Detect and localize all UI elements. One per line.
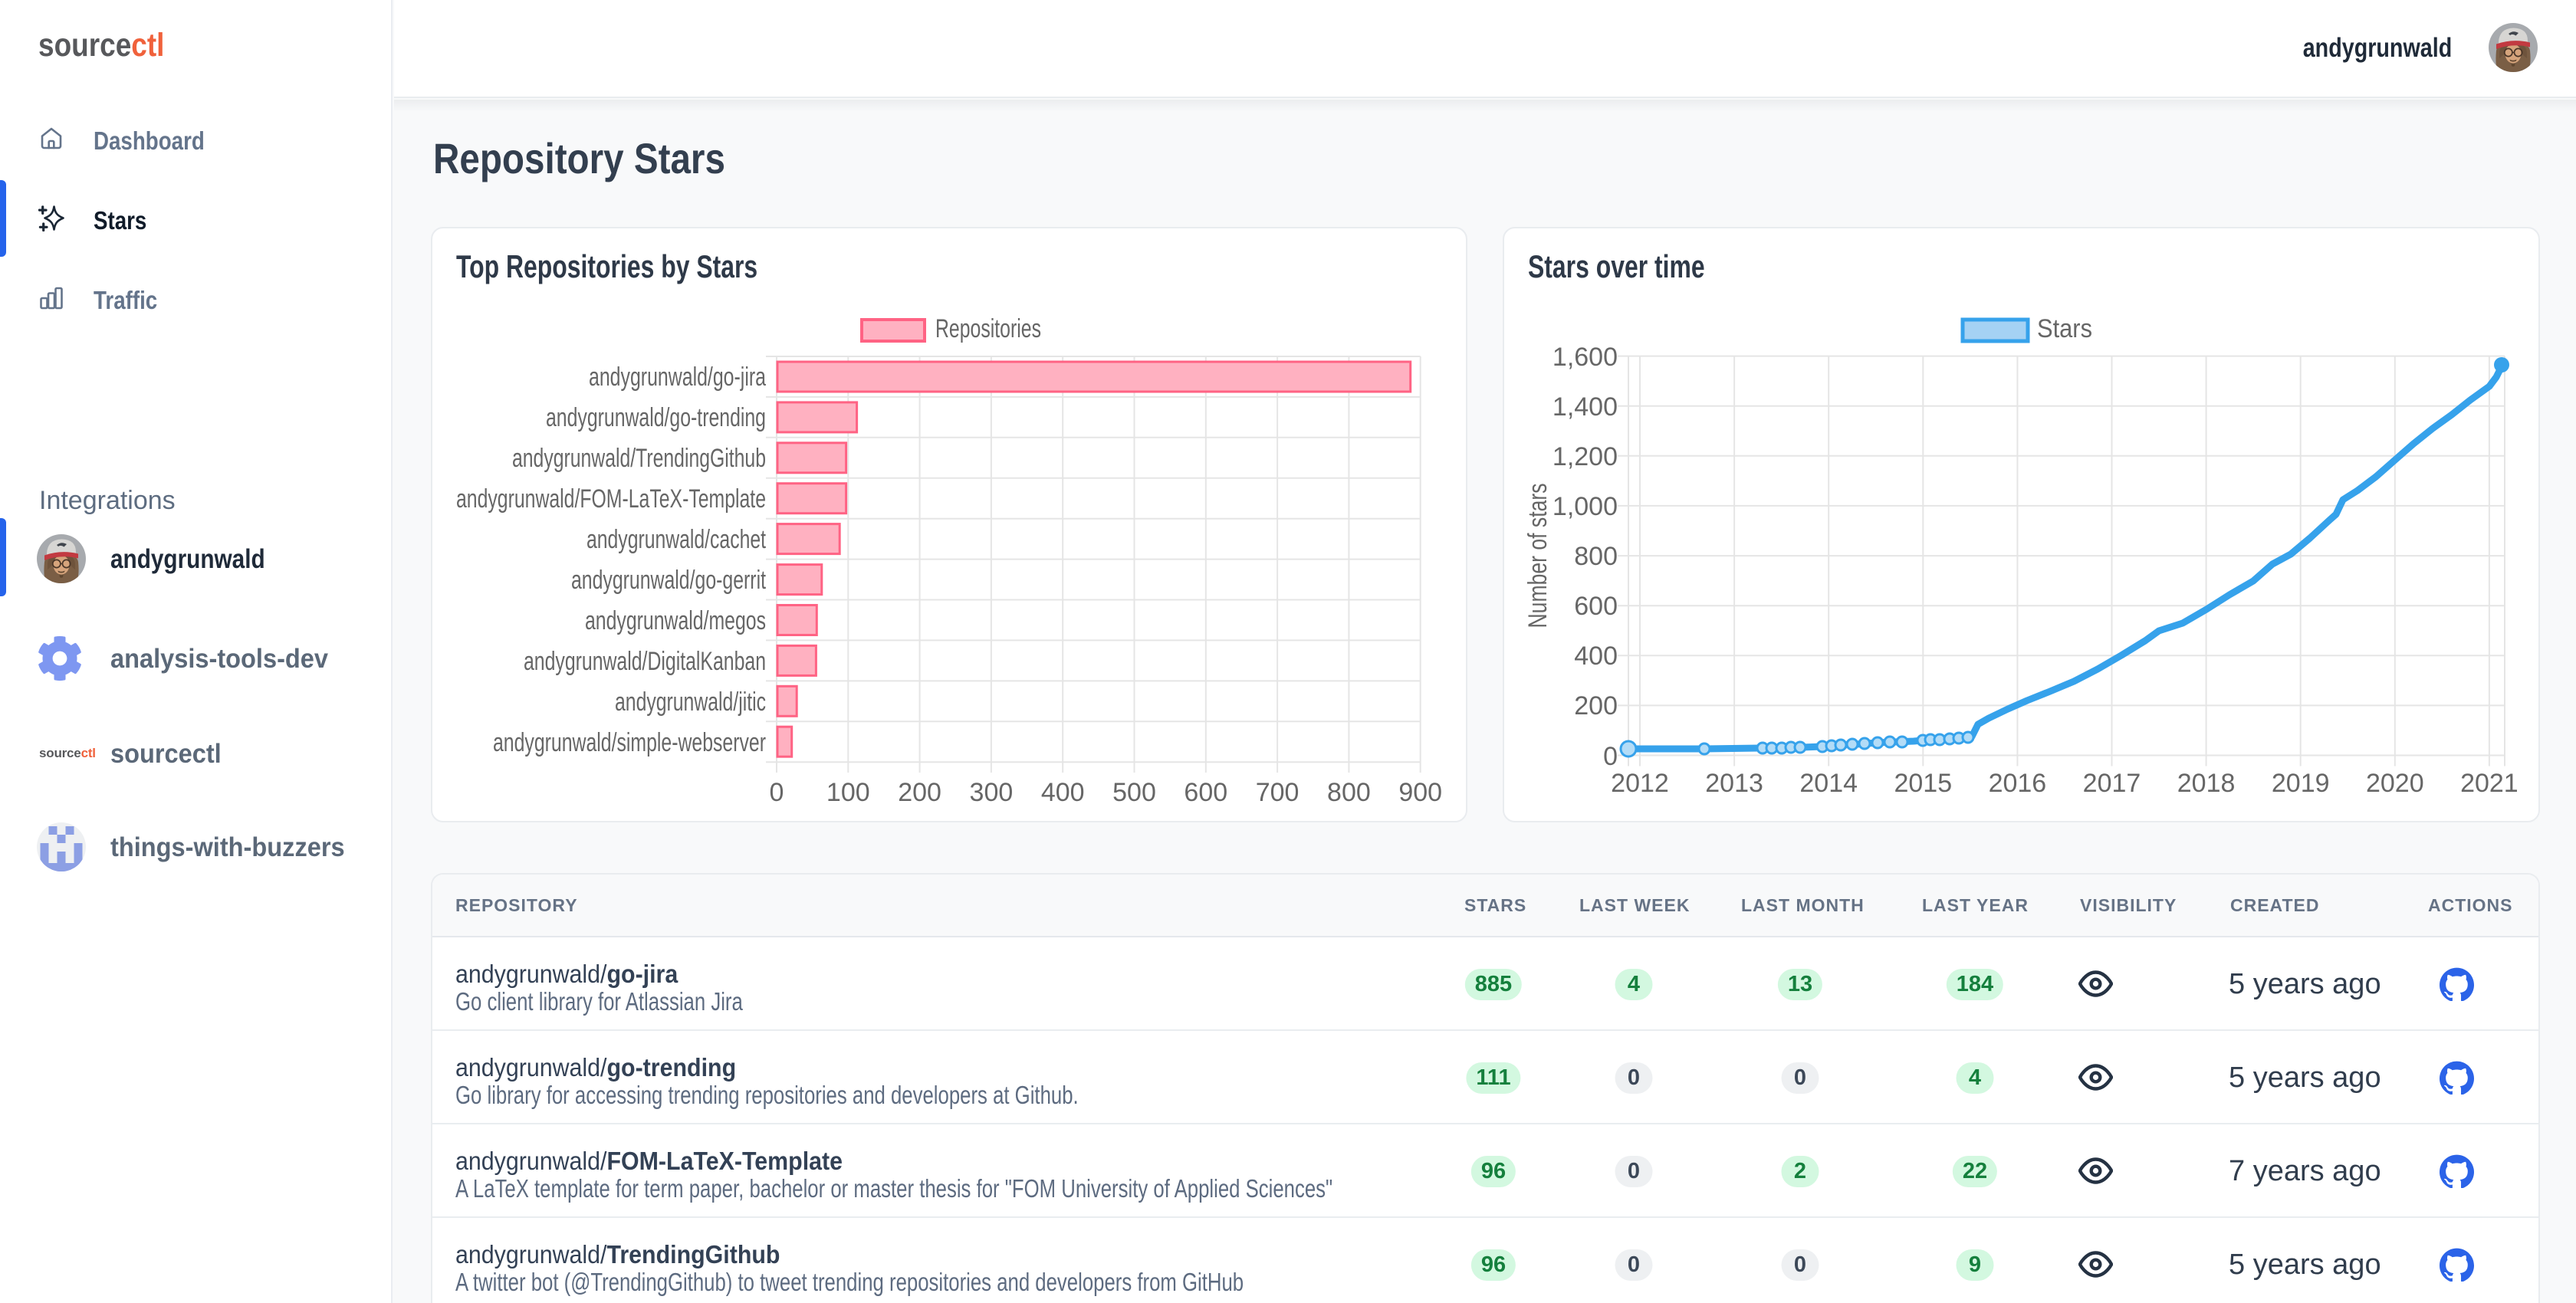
svg-text:2012: 2012 [1611,769,1669,798]
svg-text:2017: 2017 [2083,769,2141,798]
svg-text:andygrunwald/go-gerrit: andygrunwald/go-gerrit [571,566,766,595]
svg-text:600: 600 [1574,592,1618,621]
svg-text:andygrunwald/jitic: andygrunwald/jitic [615,688,766,717]
svg-text:Number of stars: Number of stars [1523,484,1552,629]
svg-text:400: 400 [1041,778,1085,807]
svg-text:700: 700 [1256,778,1300,807]
svg-text:400: 400 [1574,642,1618,671]
svg-text:andygrunwald/DigitalKanban: andygrunwald/DigitalKanban [524,647,766,676]
svg-text:0: 0 [770,778,784,807]
svg-text:2013: 2013 [1705,769,1763,798]
svg-text:2016: 2016 [1989,769,2047,798]
svg-text:andygrunwald/megos: andygrunwald/megos [585,606,766,635]
svg-text:900: 900 [1398,778,1442,807]
svg-text:andygrunwald/go-jira: andygrunwald/go-jira [589,363,766,392]
svg-text:1,200: 1,200 [1552,442,1618,471]
svg-text:200: 200 [898,778,941,807]
svg-text:500: 500 [1112,778,1156,807]
svg-text:600: 600 [1184,778,1227,807]
svg-text:2015: 2015 [1894,769,1952,798]
svg-text:1,000: 1,000 [1552,492,1618,521]
svg-text:800: 800 [1574,542,1618,571]
svg-text:2020: 2020 [2366,769,2424,798]
svg-text:1,400: 1,400 [1552,392,1618,422]
svg-text:Stars: Stars [2037,314,2092,343]
svg-text:800: 800 [1327,778,1371,807]
svg-text:andygrunwald/simple-webserver: andygrunwald/simple-webserver [493,728,766,757]
svg-text:2019: 2019 [2272,769,2330,798]
svg-text:300: 300 [970,778,1014,807]
svg-text:200: 200 [1574,691,1618,720]
svg-text:2014: 2014 [1799,769,1858,798]
svg-text:1,600: 1,600 [1552,343,1618,372]
svg-text:andygrunwald/TrendingGithub: andygrunwald/TrendingGithub [512,444,766,473]
svg-text:andygrunwald/go-trending: andygrunwald/go-trending [546,403,766,432]
svg-text:0: 0 [1603,742,1618,771]
svg-text:Repositories: Repositories [935,314,1041,343]
svg-text:2021: 2021 [2460,769,2518,798]
svg-text:2018: 2018 [2177,769,2236,798]
svg-text:andygrunwald/FOM-LaTeX-Templat: andygrunwald/FOM-LaTeX-Template [456,484,766,514]
svg-text:100: 100 [826,778,870,807]
svg-text:andygrunwald/cachet: andygrunwald/cachet [586,525,766,554]
